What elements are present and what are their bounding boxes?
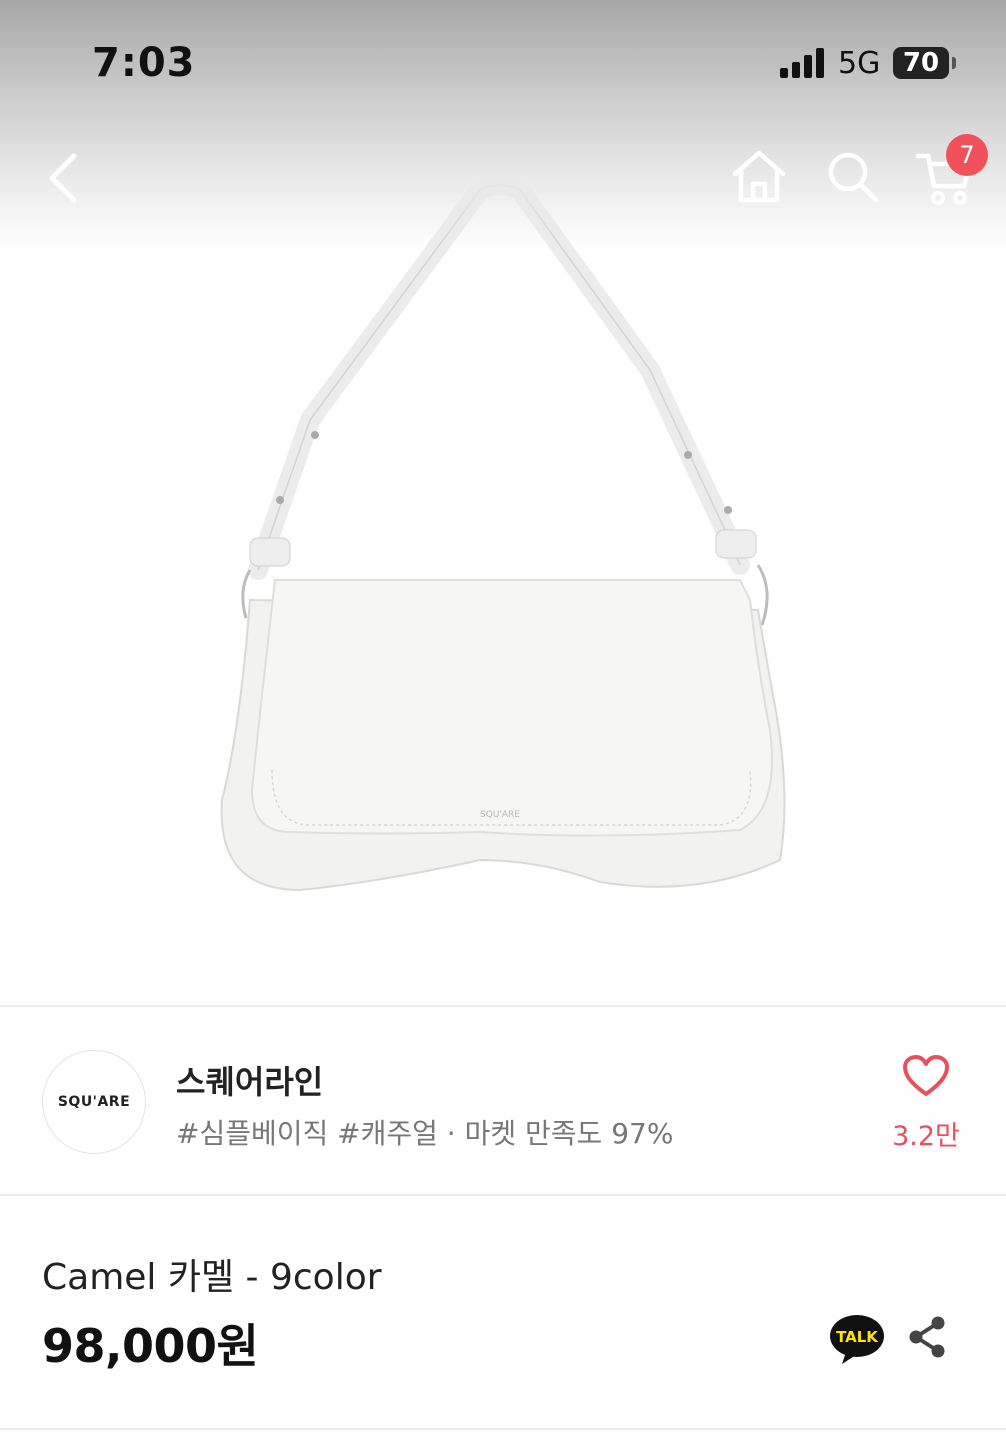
divider (0, 1005, 1006, 1007)
network-type: 5G (838, 46, 881, 81)
status-time: 7:03 (92, 40, 196, 86)
status-bar: 7:03 5G 70 (0, 0, 1006, 120)
divider (0, 1428, 1006, 1430)
product-price: 98,000원 (42, 1319, 259, 1373)
heart-icon[interactable] (902, 1054, 950, 1098)
talk-label: TALK (836, 1328, 879, 1346)
divider (0, 1194, 1006, 1196)
product-image-bag: SQU'ARE (220, 175, 786, 892)
share-icon[interactable] (904, 1314, 950, 1360)
battery-icon: 70 (893, 47, 949, 79)
kakao-talk-icon[interactable]: TALK (828, 1312, 886, 1366)
back-icon[interactable] (40, 148, 90, 208)
signal-icon (780, 48, 824, 78)
store-tags: #심플베이직 #캐주얼 · 마켓 만족도 97% (176, 1117, 674, 1150)
battery-tip (952, 57, 956, 69)
product-name: Camel 카멜 - 9color (42, 1257, 382, 1298)
cart-count-badge[interactable]: 7 (946, 134, 988, 176)
svg-text:SQU'ARE: SQU'ARE (480, 810, 520, 820)
store-logo[interactable]: SQU'ARE (42, 1050, 146, 1154)
search-icon[interactable] (824, 148, 882, 206)
store-name[interactable]: 스퀘어라인 (176, 1057, 323, 1103)
home-icon[interactable] (728, 148, 790, 206)
store-logo-text: SQU'ARE (57, 1094, 131, 1110)
like-count: 3.2만 (892, 1121, 960, 1152)
